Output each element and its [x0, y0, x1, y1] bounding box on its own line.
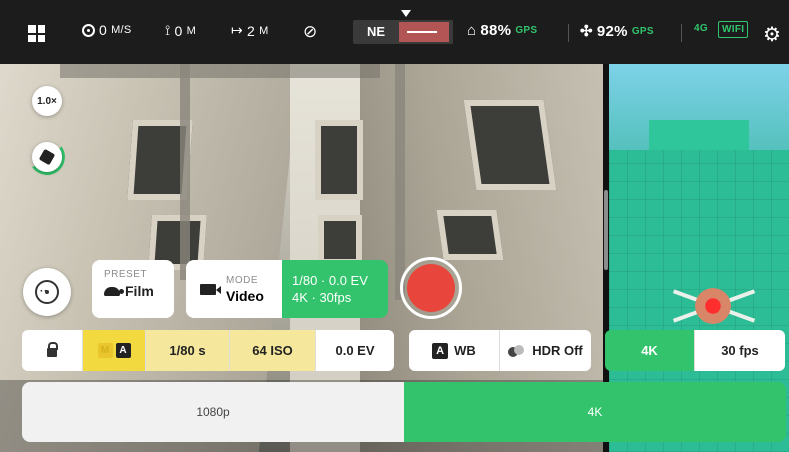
wb-setting[interactable]: A WB: [409, 330, 500, 371]
drone-icon: ✣: [580, 23, 593, 40]
framerate-setting[interactable]: 30 fps: [695, 330, 785, 371]
exposure-settings-row: M A 1/80 s 64 ISO 0.0 EV: [22, 330, 394, 371]
resolution-option-label: 1080p: [196, 405, 230, 419]
preset-label: PRESET: [104, 269, 148, 280]
preset-value: Film: [125, 283, 154, 299]
exposure-line-2: 4K · 30fps: [292, 290, 352, 305]
joystick-button[interactable]: [23, 268, 71, 316]
altitude-readout: ⟟ 0 M: [165, 22, 196, 39]
heading-indicator: [399, 22, 449, 42]
iso-setting[interactable]: 64 ISO: [230, 330, 316, 371]
ev-value: 0.0 EV: [335, 343, 375, 358]
grid-icon[interactable]: [28, 25, 45, 42]
mode-label: MODE: [226, 274, 258, 286]
resolution-toggle: 1080p 4K: [22, 382, 786, 442]
controller-battery: 88%: [480, 22, 512, 39]
roof-cornice: [60, 64, 380, 78]
drain-pipe: [395, 60, 405, 300]
drone-position-marker: [695, 288, 731, 324]
gimbal-icon: [38, 148, 56, 166]
ev-setting[interactable]: 0.0 EV: [316, 330, 394, 371]
zoom-button[interactable]: 1.0×: [32, 86, 62, 116]
distance-value: 2: [247, 22, 256, 39]
window: [315, 120, 363, 200]
mode-selector[interactable]: MODE Video: [186, 260, 282, 318]
drone-battery: 92%: [596, 22, 628, 40]
view-divider-handle[interactable]: [604, 190, 608, 270]
speed-icon: [82, 23, 95, 37]
controller-status[interactable]: ⌂ 88% GPS: [467, 22, 537, 39]
network-label: 4G: [694, 23, 708, 34]
record-button[interactable]: [400, 257, 462, 319]
window: [318, 215, 362, 265]
video-camera-icon: [200, 283, 221, 295]
exposure-summary[interactable]: 1/80 · 0.0 EV 4K · 30fps: [282, 260, 388, 318]
compass-strip: NE: [353, 20, 453, 44]
resolution-option-1080p[interactable]: 1080p: [22, 382, 404, 442]
drone-gps: GPS: [631, 25, 654, 37]
framerate-value: 30 fps: [721, 343, 759, 358]
manual-badge: M: [97, 343, 113, 358]
joystick-icon: [35, 280, 59, 304]
distance-icon: ↦: [231, 22, 244, 38]
divider: [681, 24, 682, 42]
controller-icon: ⌂: [467, 22, 477, 39]
mode-value: Video: [226, 287, 264, 304]
distance-unit: M: [259, 24, 269, 37]
wb-label: WB: [454, 343, 476, 358]
network-status: 4G: [694, 23, 708, 34]
iso-value: 64 ISO: [252, 343, 293, 358]
shutter-setting[interactable]: 1/80 s: [146, 330, 230, 371]
resolution-option-4k[interactable]: 4K: [404, 382, 786, 442]
hdr-value: HDR Off: [532, 343, 583, 358]
exposure-line-1: 1/80 · 0.0 EV: [292, 273, 368, 288]
speed-readout: 0 M/S: [82, 22, 132, 38]
drone-status[interactable]: ✣ 92% GPS: [580, 22, 654, 41]
resolution-option-label: 4K: [587, 405, 603, 419]
wb-auto-badge: A: [432, 342, 449, 359]
exposure-mode-toggle[interactable]: M A: [83, 330, 146, 371]
lock-button[interactable]: [22, 330, 83, 371]
divider: [568, 24, 569, 42]
heading-label: NE: [367, 24, 386, 39]
hdr-setting[interactable]: HDR Off: [500, 330, 591, 371]
window: [463, 100, 557, 190]
status-bar: 0 M/S ⟟ 0 M ↦ 2 M ⊘ NE ⌂ 88% GPS ✣ 92% G…: [0, 0, 789, 64]
speed-value: 0: [99, 22, 108, 38]
mode-panel: MODE Video 1/80 · 0.0 EV 4K · 30fps: [186, 260, 388, 318]
lock-icon: [47, 342, 58, 357]
no-fly-icon[interactable]: ⊘: [303, 22, 318, 42]
color-settings-row: A WB HDR Off: [409, 330, 591, 371]
preset-selector[interactable]: PRESET Film: [92, 260, 174, 318]
hdr-icon: [508, 344, 526, 357]
window: [436, 210, 504, 260]
altitude-icon: ⟟: [165, 22, 171, 38]
turtle-icon: [104, 286, 124, 296]
resolution-setting[interactable]: 4K: [605, 330, 695, 371]
zoom-level: 1.0×: [37, 95, 57, 107]
altitude-unit: M: [186, 24, 197, 37]
wifi-status[interactable]: WIFI: [718, 21, 749, 38]
shutter-value: 1/80 s: [169, 343, 206, 358]
resolution-value: 4K: [641, 343, 658, 358]
distance-readout: ↦ 2 M: [231, 22, 269, 39]
gear-icon[interactable]: ⚙: [763, 22, 781, 47]
speed-unit: M/S: [111, 24, 132, 36]
auto-badge: A: [115, 343, 131, 358]
wifi-label: WIFI: [718, 21, 749, 38]
altitude-value: 0: [174, 22, 183, 39]
drain-pipe: [180, 60, 190, 280]
video-format-row: 4K 30 fps: [605, 330, 785, 371]
gimbal-button[interactable]: [32, 142, 62, 172]
controller-gps: GPS: [515, 25, 538, 36]
compass-pointer: [401, 10, 411, 17]
